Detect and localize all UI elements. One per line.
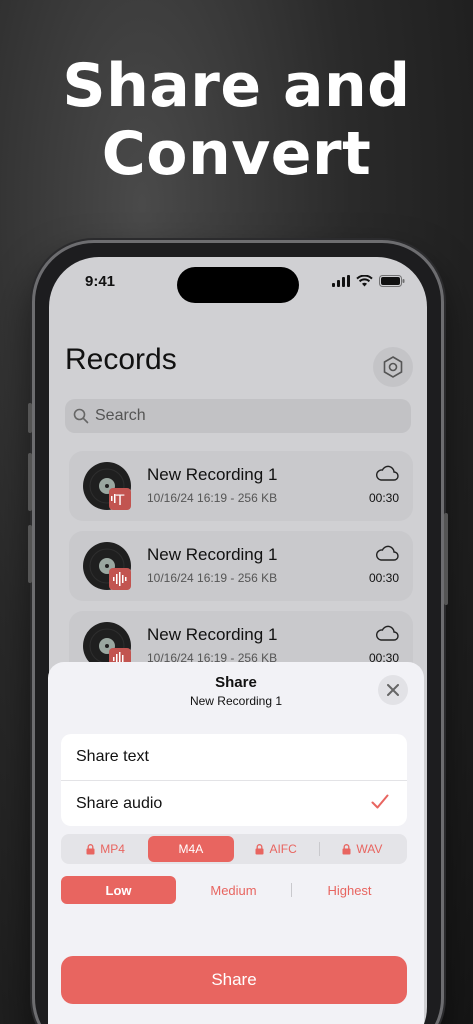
format-mp4[interactable]: MP4 bbox=[63, 836, 148, 862]
format-aifc[interactable]: AIFC bbox=[234, 836, 319, 862]
record-name: New Recording 1 bbox=[147, 545, 278, 564]
record-item[interactable]: T New Recording 1 10/16/24 16:19 - 256 K… bbox=[69, 451, 413, 521]
vinyl-icon bbox=[83, 542, 131, 590]
record-item[interactable]: New Recording 1 10/16/24 16:19 - 256 KB … bbox=[69, 531, 413, 601]
dynamic-island bbox=[177, 267, 299, 303]
mute-switch bbox=[28, 403, 32, 433]
option-label: Share text bbox=[76, 748, 149, 765]
volume-down-button bbox=[28, 525, 32, 583]
settings-button[interactable] bbox=[373, 347, 413, 387]
wifi-icon bbox=[356, 275, 373, 287]
format-label: M4A bbox=[178, 842, 204, 856]
search-placeholder: Search bbox=[95, 407, 146, 424]
format-label: MP4 bbox=[100, 842, 125, 856]
format-label: WAV bbox=[356, 842, 383, 856]
record-name: New Recording 1 bbox=[147, 625, 278, 644]
settings-hexagon-icon bbox=[383, 356, 403, 378]
status-time: 9:41 bbox=[85, 273, 116, 290]
status-bar: 9:41 bbox=[49, 257, 427, 309]
format-wav[interactable]: WAV bbox=[320, 836, 405, 862]
quality-highest[interactable]: Highest bbox=[292, 876, 407, 904]
lock-icon bbox=[255, 843, 264, 854]
cloud-icon[interactable] bbox=[375, 465, 399, 481]
record-duration: 00:30 bbox=[368, 491, 399, 505]
record-meta: 10/16/24 16:19 - 256 KB bbox=[147, 491, 278, 505]
cloud-icon[interactable] bbox=[375, 545, 399, 561]
signal-icon bbox=[332, 275, 350, 287]
headline: Share and Convert bbox=[0, 52, 473, 188]
quality-label: Low bbox=[105, 882, 132, 898]
quality-segmented-control: Low Medium Highest bbox=[61, 876, 407, 904]
lock-icon bbox=[342, 843, 351, 854]
checkmark-icon bbox=[371, 794, 389, 809]
status-icons bbox=[332, 275, 405, 287]
quality-label: Medium bbox=[210, 882, 257, 898]
share-button-label: Share bbox=[211, 970, 257, 989]
quality-label: Highest bbox=[327, 882, 372, 898]
headline-text: Share and Convert bbox=[62, 51, 411, 189]
cloud-icon[interactable] bbox=[375, 625, 399, 641]
option-label: Share audio bbox=[76, 794, 163, 812]
share-sheet: Share New Recording 1 Share text Share a… bbox=[48, 662, 424, 1024]
sheet-title: Share bbox=[215, 674, 257, 691]
option-share-text[interactable]: Share text bbox=[61, 734, 407, 780]
record-meta: 10/16/24 16:19 - 256 KB bbox=[147, 571, 278, 585]
close-icon bbox=[387, 684, 399, 696]
search-icon bbox=[73, 408, 89, 424]
power-button bbox=[444, 513, 448, 605]
page-title: Records bbox=[65, 343, 177, 376]
sheet-subtitle: New Recording 1 bbox=[189, 694, 283, 708]
share-options-list: Share text Share audio bbox=[61, 734, 407, 826]
quality-medium[interactable]: Medium bbox=[176, 876, 291, 904]
lock-icon bbox=[86, 843, 95, 854]
format-m4a[interactable]: M4A bbox=[148, 836, 234, 862]
search-input[interactable]: Search bbox=[65, 399, 411, 433]
volume-up-button bbox=[28, 453, 32, 511]
format-label: AIFC bbox=[269, 842, 297, 856]
battery-icon bbox=[379, 275, 405, 287]
close-button[interactable] bbox=[378, 675, 408, 705]
vinyl-icon: T bbox=[83, 462, 131, 510]
option-share-audio[interactable]: Share audio bbox=[61, 780, 407, 826]
share-button[interactable]: Share bbox=[61, 956, 407, 1004]
format-segmented-control: MP4 M4A AIFC WAV bbox=[61, 834, 407, 864]
record-duration: 00:30 bbox=[368, 571, 399, 585]
svg-text:T: T bbox=[115, 493, 125, 509]
quality-low[interactable]: Low bbox=[61, 876, 176, 904]
record-name: New Recording 1 bbox=[147, 465, 278, 484]
